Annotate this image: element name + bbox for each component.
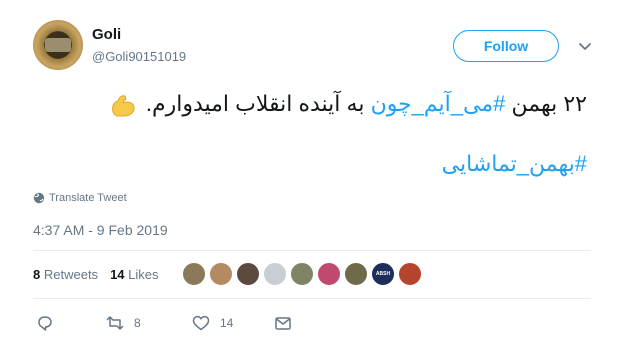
display-name[interactable]: Goli xyxy=(92,26,121,43)
divider xyxy=(33,298,591,299)
translate-tweet-link[interactable]: Translate Tweet xyxy=(33,192,127,204)
likes-count[interactable]: 14 xyxy=(110,267,124,282)
globe-icon xyxy=(33,192,45,204)
avatar[interactable] xyxy=(33,20,83,70)
liker-avatar[interactable] xyxy=(236,262,260,286)
retweets-label[interactable]: Retweets xyxy=(44,267,98,282)
likers-avatars: ABSH xyxy=(182,262,422,286)
tweet-text: ۲۲ بهمن #می_آیم_چون به آینده انقلاب امید… xyxy=(108,88,587,120)
divider xyxy=(33,250,591,251)
tweet-text-part: ۲۲ بهمن xyxy=(505,91,588,116)
user-handle[interactable]: @Goli90151019 xyxy=(92,49,186,64)
message-icon xyxy=(275,317,291,330)
direct-message-button[interactable] xyxy=(274,314,292,332)
liker-avatar[interactable] xyxy=(290,262,314,286)
tweet-actions: 8 14 xyxy=(36,314,596,334)
heart-icon xyxy=(192,315,210,331)
tweet-timestamp[interactable]: 4:37 AM - 9 Feb 2019 xyxy=(33,222,168,238)
translate-label[interactable]: Translate Tweet xyxy=(49,192,127,204)
liker-avatar[interactable]: ABSH xyxy=(371,262,395,286)
retweets-stat[interactable]: 8 Retweets xyxy=(33,267,98,282)
liker-avatar-label: ABSH xyxy=(375,271,391,277)
liker-avatar[interactable] xyxy=(263,262,287,286)
hashtag-link[interactable]: #می_آیم_چون xyxy=(371,91,506,116)
tweet-text-part: به آینده انقلاب امیدوارم. xyxy=(145,91,371,116)
like-count: 14 xyxy=(220,316,234,330)
muscle-emoji-icon xyxy=(111,95,135,117)
liker-avatar[interactable] xyxy=(209,262,233,286)
likes-label[interactable]: Likes xyxy=(128,267,158,282)
like-button[interactable]: 14 xyxy=(192,314,233,332)
retweet-icon xyxy=(106,316,124,330)
liker-avatar[interactable] xyxy=(398,262,422,286)
reply-button[interactable] xyxy=(36,314,64,332)
hashtag-link[interactable]: #بهمن_تماشایی xyxy=(442,151,587,177)
tweet-stats: 8 Retweets 14 Likes xyxy=(33,267,159,282)
liker-avatar[interactable] xyxy=(182,262,206,286)
follow-button[interactable]: Follow xyxy=(453,30,559,62)
likes-stat[interactable]: 14 Likes xyxy=(110,267,158,282)
liker-avatar[interactable] xyxy=(344,262,368,286)
retweets-count[interactable]: 8 xyxy=(33,267,40,282)
retweet-count: 8 xyxy=(134,316,141,330)
reply-icon xyxy=(38,316,52,331)
retweet-button[interactable]: 8 xyxy=(106,314,141,332)
liker-avatar[interactable] xyxy=(317,262,341,286)
caret-down-icon[interactable] xyxy=(577,40,593,54)
